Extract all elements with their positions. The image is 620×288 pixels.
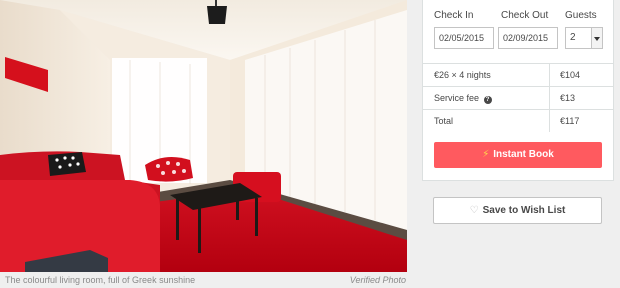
save-to-wishlist-button[interactable]: ♡ Save to Wish List	[433, 197, 602, 224]
lightning-bolt-icon: ⚡	[482, 149, 490, 160]
booking-panel: Check In Check Out Guests 02/05/2015 02/…	[422, 0, 614, 181]
price-row-service-fee: Service fee ? €13	[423, 86, 613, 109]
guests-select[interactable]: 2	[565, 27, 603, 49]
guests-value: 2	[570, 32, 576, 43]
service-fee-value: €13	[549, 87, 613, 109]
photo-caption: The colourful living room, full of Greek…	[5, 275, 196, 285]
nights-label: €26 × 4 nights	[434, 70, 491, 80]
listing-photo[interactable]	[0, 0, 407, 272]
price-row-total: Total €117	[423, 109, 613, 132]
living-room-image	[0, 0, 407, 272]
check-in-input[interactable]: 02/05/2015	[434, 27, 494, 49]
price-row-nights: €26 × 4 nights €104	[423, 63, 613, 86]
verified-photo-badge: Verified Photo	[349, 275, 406, 285]
service-fee-label-wrap: Service fee ?	[434, 87, 492, 109]
instant-book-label: Instant Book	[493, 149, 554, 160]
heart-outline-icon: ♡	[469, 205, 479, 216]
check-out-input[interactable]: 02/09/2015	[498, 27, 558, 49]
price-breakdown: €26 × 4 nights €104 Service fee ? €13 To…	[423, 63, 613, 132]
nights-value: €104	[549, 64, 613, 86]
service-fee-label: Service fee	[434, 93, 480, 103]
wishlist-label: Save to Wish List	[482, 205, 566, 216]
guests-label: Guests	[565, 10, 597, 21]
check-out-label: Check Out	[501, 10, 549, 21]
chevron-down-icon[interactable]	[591, 28, 602, 48]
total-value: €117	[549, 110, 613, 132]
question-circle-icon[interactable]: ?	[483, 96, 492, 104]
check-in-label: Check In	[434, 10, 474, 21]
total-label: Total	[434, 116, 454, 126]
instant-book-button[interactable]: ⚡ Instant Book	[434, 142, 602, 168]
photo-caption-row: The colourful living room, full of Greek…	[0, 272, 407, 288]
